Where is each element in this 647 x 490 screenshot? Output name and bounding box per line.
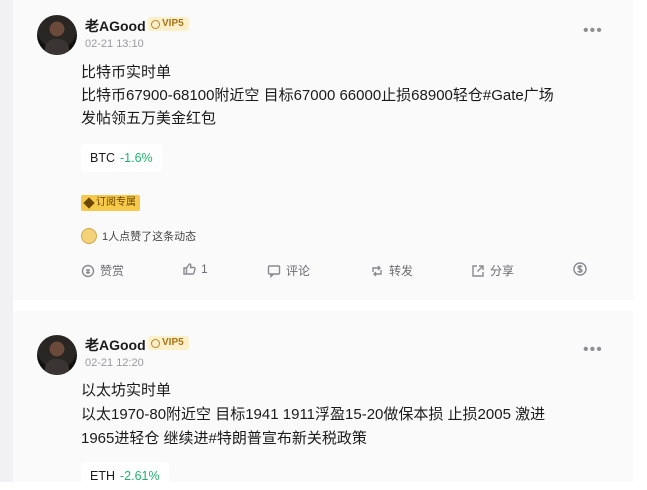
like-icon <box>183 263 196 275</box>
author-avatar[interactable] <box>37 15 77 55</box>
tip-button[interactable]: 赞赏 <box>81 262 124 279</box>
feed-post: 老AGood VIP5 02-21 12:20 ••• 以太坊实时单 以太197… <box>13 311 633 490</box>
vip-icon <box>151 338 160 348</box>
post-time: 02-21 13:10 <box>85 38 144 50</box>
post-body-line: 以太1970-80附近空 目标1941 1911浮盈15-20做保本损 止损20… <box>81 406 546 423</box>
author-avatar[interactable] <box>37 335 77 375</box>
tip-icon <box>81 264 95 277</box>
comment-button[interactable]: 评论 <box>267 262 310 279</box>
author-name[interactable]: 老AGood <box>85 16 146 36</box>
more-icon[interactable]: ••• <box>583 22 603 40</box>
coin-symbol: BTC <box>90 151 115 165</box>
vip-badge: VIP5 <box>148 336 189 350</box>
repost-label: 转发 <box>389 264 414 278</box>
coin-tag[interactable]: BTC -1.6% <box>81 144 162 172</box>
comment-label: 评论 <box>286 264 311 278</box>
coin-change: -2.61% <box>120 469 160 483</box>
post-title: 以太坊实时单 <box>81 382 172 399</box>
post-body-line: 发帖领五万美金红包 <box>81 110 217 127</box>
coin-symbol: ETH <box>90 469 115 483</box>
subscription-badge: 订阅专属 <box>81 195 140 211</box>
vip-label: VIP5 <box>162 337 184 348</box>
vip-badge: VIP5 <box>148 17 189 31</box>
more-icon[interactable]: ••• <box>583 341 603 359</box>
like-count: 1 <box>201 262 208 276</box>
tip-label: 赞赏 <box>100 264 125 278</box>
share-label: 分享 <box>490 264 515 278</box>
repost-icon <box>372 265 382 276</box>
post-action-bar: 赞赏 1 评论 转发 分享 <box>13 262 633 282</box>
comment-icon <box>267 264 281 278</box>
post-title: 比特币实时单 <box>81 64 172 81</box>
feed-post: 老AGood VIP5 02-21 13:10 ••• 比特币实时单 比特币67… <box>13 0 633 300</box>
post-body-line: 比特币67900-68100附近空 目标67000 66000止损68900轻仓… <box>81 87 554 104</box>
subscription-label: 订阅专属 <box>96 197 136 208</box>
post-body-line: 1965进轻仓 继续进#特朗普宣布新关税政策 <box>81 430 367 447</box>
repost-button[interactable]: 转发 <box>370 262 413 279</box>
like-button[interactable]: 1 <box>182 262 208 276</box>
dollar-button[interactable] <box>573 262 587 276</box>
share-button[interactable]: 分享 <box>471 262 514 279</box>
post-divider <box>13 300 633 311</box>
share-icon <box>472 264 484 277</box>
post-time: 02-21 12:20 <box>85 357 144 369</box>
likers-text: 1人点赞了这条动态 <box>102 231 197 243</box>
likers-row[interactable]: 1人点赞了这条动态 <box>81 228 196 244</box>
liker-avatar <box>81 228 97 244</box>
coin-tag[interactable]: ETH -2.61% <box>81 462 169 490</box>
coin-change: -1.6% <box>120 151 153 165</box>
diamond-icon <box>83 197 95 209</box>
left-sidebar-edge <box>0 0 13 482</box>
vip-label: VIP5 <box>162 18 184 29</box>
author-name[interactable]: 老AGood <box>85 335 146 355</box>
dollar-icon <box>573 262 587 276</box>
vip-icon <box>151 19 160 29</box>
